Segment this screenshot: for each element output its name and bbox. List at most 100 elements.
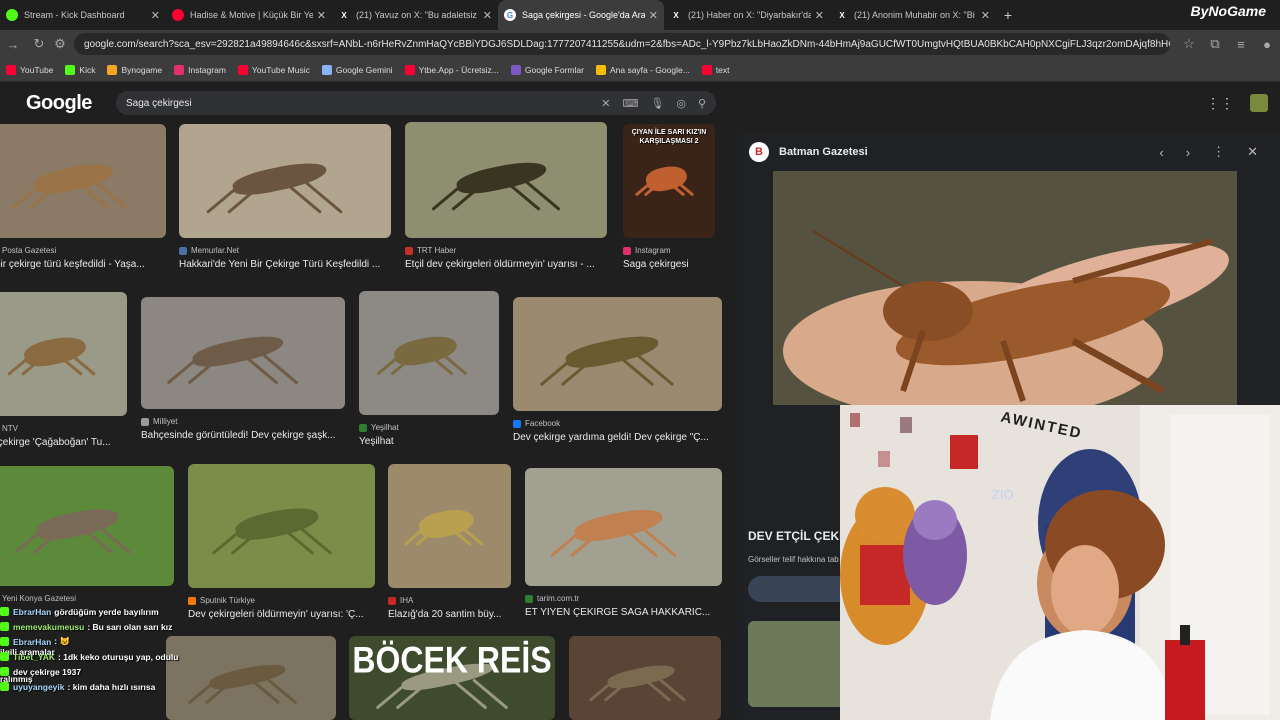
result-caption[interactable]: Elazığ'da 20 santim büy... (388, 609, 511, 620)
result-source[interactable]: Posta Gazetesi (0, 246, 166, 255)
result-caption[interactable]: Dev çekirge yardıma geldi! Dev çekirge "… (513, 432, 722, 443)
result-caption[interactable]: i bir çekirge türü keşfedildi - Yaşa... (0, 259, 166, 270)
image-result-card[interactable]: Milliyet Bahçesinde görüntüledi! Dev çeki… (141, 297, 345, 441)
bookmark-4[interactable]: YouTube Music (237, 64, 310, 75)
result-caption[interactable]: Bahçesinde görüntüledi! Dev çekirge şaşk… (141, 430, 345, 441)
close-tab-icon[interactable]: ✕ (151, 9, 160, 22)
tab-0[interactable]: Stream - Kick Dashboard ✕ (0, 0, 166, 30)
tab-1[interactable]: Hadise & Motive | Küçük Bir Ye ✕ (166, 0, 332, 30)
result-source[interactable]: Instagram (623, 246, 715, 255)
panel-source-name[interactable]: Batman Gazetesi (779, 146, 1159, 158)
cast-icon[interactable]: ≡ (1228, 37, 1254, 52)
clear-icon[interactable]: ✕ (601, 97, 610, 110)
extensions-icon[interactable]: ⧉ (1202, 36, 1228, 52)
bookmark-0[interactable]: YouTube (6, 64, 53, 75)
image-result-card[interactable]: Posta Gazetesi i bir çekirge türü keşfedi… (0, 124, 166, 270)
result-source[interactable]: Milliyet (141, 417, 345, 426)
close-tab-icon[interactable]: ✕ (317, 9, 326, 22)
result-thumbnail[interactable]: BÖCEK REİS (349, 636, 555, 720)
result-caption[interactable]: v çekirge 'Çağaboğan' Tu... (0, 437, 127, 448)
result-source[interactable]: Yeşilhat (359, 423, 499, 432)
tab-4[interactable]: X (21) Haber on X: "Diyarbakır'da ✕ (664, 0, 830, 30)
lens-icon[interactable]: ◎ (676, 97, 686, 110)
result-thumbnail[interactable] (0, 124, 166, 238)
result-thumbnail[interactable] (141, 297, 345, 409)
result-thumbnail[interactable] (359, 291, 499, 415)
image-result-card[interactable]: TRT Haber Etçil dev çekirgeleri öldürmeyi… (405, 122, 607, 270)
result-source[interactable]: Yeni Konya Gazetesi (0, 594, 174, 603)
close-tab-icon[interactable]: ✕ (981, 9, 990, 22)
next-icon[interactable]: › (1186, 145, 1190, 160)
bookmark-label: YouTube Music (251, 64, 310, 75)
bookmark-1[interactable]: Kick (65, 64, 95, 75)
apps-grid-icon[interactable]: ⋮⋮ (1206, 95, 1234, 112)
bookmark-8[interactable]: Ana sayfa - Google... (595, 64, 690, 75)
bookmark-9[interactable]: text (701, 64, 730, 75)
result-source[interactable]: tarim.com.tr (525, 594, 722, 603)
result-source[interactable]: Memurlar.Net (179, 246, 391, 255)
bookmark-3[interactable]: Instagram (174, 64, 226, 75)
bookmark-6[interactable]: Ytbe.App - Ücretsiz... (404, 64, 499, 75)
address-bar[interactable]: google.com/search?sca_esv=292821a4989464… (74, 33, 1170, 55)
result-source[interactable]: IHA (388, 596, 511, 605)
close-icon[interactable]: ✕ (1247, 144, 1258, 160)
tab-3[interactable]: G Saga çekirgesi - Google'da Ara ✕ (498, 0, 664, 30)
star-icon[interactable]: ☆ (1176, 36, 1202, 52)
tab-2[interactable]: X (21) Yavuz on X: "Bu adaletsiz d ✕ (332, 0, 498, 30)
result-source[interactable]: TRT Haber (405, 246, 607, 255)
prev-icon[interactable]: ‹ (1159, 145, 1163, 160)
keyboard-icon[interactable]: ⌨ (622, 97, 638, 110)
result-caption[interactable]: Hakkari'de Yeni Bir Çekirge Türü Keşfedi… (179, 259, 391, 270)
result-thumbnail[interactable] (188, 464, 375, 588)
search-icon[interactable]: ⚲ (698, 97, 706, 110)
chat-username: Tibet_YAK (13, 651, 56, 662)
reload-icon[interactable]: ↻ (26, 36, 52, 52)
bookmark-2[interactable]: Bynogame (107, 64, 162, 75)
profile-icon[interactable]: ● (1254, 37, 1280, 52)
result-caption[interactable]: Etçil dev çekirgeleri öldürmeyin' uyarıs… (405, 259, 607, 270)
bookmark-5[interactable]: Google Gemini (321, 64, 393, 75)
search-box[interactable]: Saga çekirgesi ✕ ⌨ 🎙 ◎ ⚲ (116, 91, 716, 115)
bookmark-7[interactable]: Google Formlar (510, 64, 584, 75)
result-thumbnail[interactable] (388, 464, 511, 588)
result-thumbnail[interactable] (569, 636, 721, 720)
preview-image[interactable] (773, 171, 1237, 405)
result-source[interactable]: NTV (0, 424, 127, 433)
result-thumbnail[interactable] (0, 466, 174, 586)
mic-icon[interactable]: 🎙 (650, 97, 664, 110)
image-result-card[interactable]: tarim.com.tr ET YİYEN ÇEKİRGE SAGA HAKKAR… (525, 468, 722, 618)
close-tab-icon[interactable]: ✕ (815, 9, 824, 22)
new-tab-icon[interactable]: + (996, 7, 1020, 23)
image-result-card[interactable]: Facebook Dev çekirge yardıma geldi! Dev ç… (513, 297, 722, 443)
image-result-card[interactable] (569, 636, 721, 720)
result-caption[interactable]: Saga çekirgesi (623, 259, 715, 270)
image-result-card[interactable]: Yeni Konya Gazetesi (0, 466, 174, 603)
image-result-card[interactable]: Yeşilhat Yeşilhat (359, 291, 499, 447)
avatar[interactable] (1250, 94, 1268, 112)
image-result-card[interactable]: Sputnik Türkiye Dev çekirgeleri öldürmeyi… (188, 464, 375, 620)
result-caption[interactable]: ET YİYEN ÇEKİRGE SAGA HAKKARİC... (525, 607, 722, 618)
close-tab-icon[interactable]: ✕ (483, 9, 492, 22)
result-thumbnail[interactable] (405, 122, 607, 238)
result-caption[interactable]: Yeşilhat (359, 436, 499, 447)
related-thumbnail[interactable] (748, 621, 848, 707)
forward-icon[interactable]: → (0, 37, 26, 52)
more-icon[interactable]: ⋮ (1212, 144, 1225, 160)
search-input[interactable]: Saga çekirgesi (126, 98, 589, 109)
image-result-card[interactable]: NTV v çekirge 'Çağaboğan' Tu... (0, 292, 127, 448)
result-thumbnail[interactable] (513, 297, 722, 411)
close-tab-icon[interactable]: ✕ (649, 9, 658, 22)
image-result-card[interactable]: IHA Elazığ'da 20 santim büy... (388, 464, 511, 620)
image-result-card[interactable]: Memurlar.Net Hakkari'de Yeni Bir Çekirge … (179, 124, 391, 270)
result-thumbnail[interactable] (525, 468, 722, 586)
result-source[interactable]: Facebook (513, 419, 722, 428)
image-result-card[interactable]: BÖCEK REİS (349, 636, 555, 720)
panel-title[interactable]: DEV ETÇİL ÇEKİ (748, 529, 842, 543)
image-result-card[interactable]: ÇIYAN İLE SARI KIZ'IN KARŞILAŞMASI 2 Inst… (623, 124, 715, 270)
result-thumbnail[interactable]: ÇIYAN İLE SARI KIZ'IN KARŞILAŞMASI 2 (623, 124, 715, 238)
result-thumbnail[interactable] (179, 124, 391, 238)
tab-5[interactable]: X (21) Anonim Muhabir on X: "Bi ✕ (830, 0, 996, 30)
google-logo[interactable]: Google (26, 92, 92, 115)
result-thumbnail[interactable] (0, 292, 127, 416)
site-info-icon[interactable]: ⚙ (52, 36, 68, 52)
